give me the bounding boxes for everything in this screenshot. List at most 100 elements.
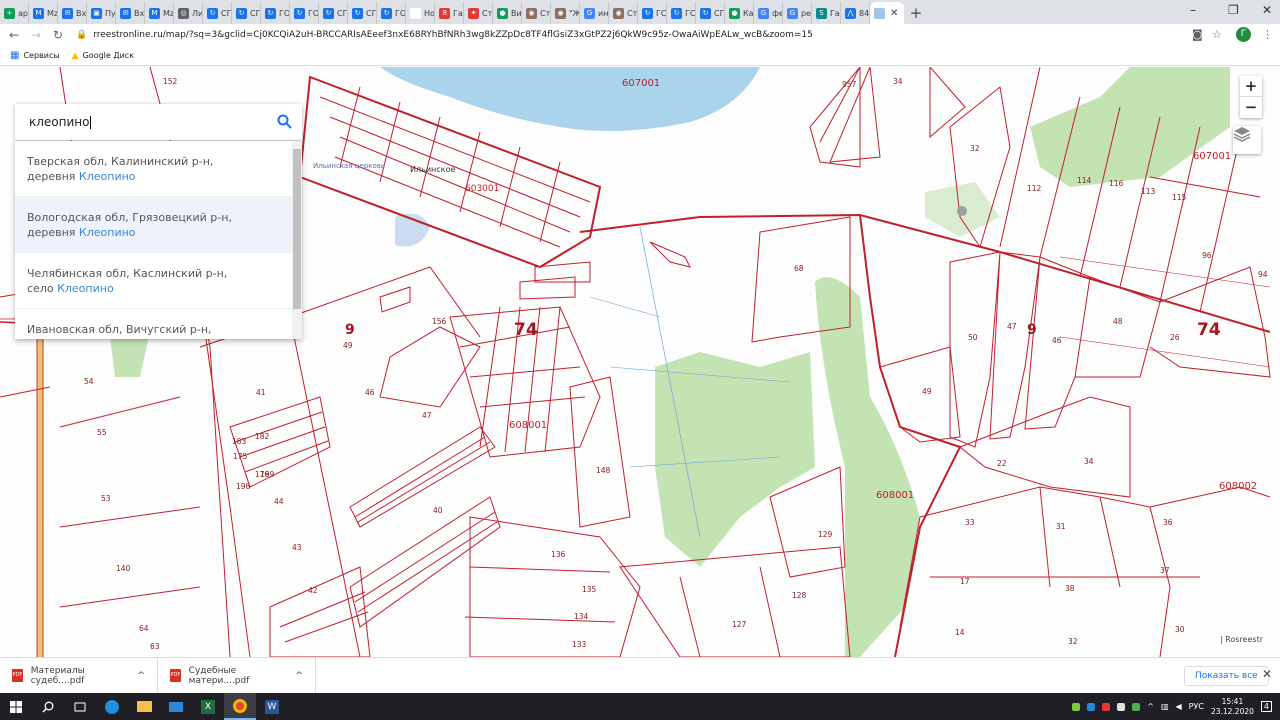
browser-tab[interactable]: ◉"Ж [551,2,580,24]
volume-icon[interactable]: ◀ [1176,702,1182,711]
parcel-number[interactable]: 47 [422,411,432,420]
parcel-number[interactable]: 37 [1160,566,1170,575]
parcel-number[interactable]: 175 [233,452,248,461]
browser-tab[interactable]: ✦ Ст [464,2,493,24]
parcel-number[interactable]: 64 [139,624,149,633]
browser-tab[interactable]: ↻ ГС [638,2,667,24]
browser-tab[interactable]: ↻ ГС [667,2,696,24]
parcel-number[interactable]: 46 [1052,336,1062,345]
show-all-downloads-button[interactable]: Показать все [1184,666,1269,686]
language-indicator[interactable]: РУС [1189,702,1204,711]
parcel-number[interactable]: 198 [236,482,251,491]
close-tab-icon[interactable]: ✕ [890,8,898,19]
parcel-number[interactable]: 47 [1007,322,1017,331]
browser-tab[interactable]: ↻ СГ [696,2,725,24]
browser-tab[interactable]: ⋀ 84 [841,2,870,24]
zoom-in-button[interactable]: + [1240,76,1262,97]
parcel-number[interactable]: 134 [574,612,589,621]
parcel-number[interactable]: 17 [960,577,970,586]
parcel-number[interactable]: 49 [343,341,353,350]
menu-icon[interactable]: ⋮ [1262,28,1273,41]
close-window-button[interactable]: ✕ [1262,3,1272,17]
parcel-number[interactable]: 96 [1202,251,1212,260]
chrome-icon[interactable] [224,693,256,720]
browser-tab[interactable]: Gфе [754,2,783,24]
parcel-number[interactable]: 113 [1141,187,1156,196]
landmark-marker[interactable] [957,206,967,216]
browser-tab[interactable]: ↻ СГ [348,2,377,24]
map-attribution[interactable]: | Rosreestr [1216,635,1266,644]
file-explorer-icon[interactable] [128,693,160,720]
suggestion-item[interactable]: Тверская обл, Калининский р-н, деревня К… [15,141,292,197]
chevron-up-icon[interactable]: ^ [1147,702,1154,711]
parcel-number[interactable]: 53 [101,494,111,503]
download-item[interactable]: PDF Судебные матери....pdf ^ [158,657,316,694]
tray-app-icon[interactable] [1087,702,1096,711]
excel-icon[interactable]: X [192,693,224,720]
windows-start-icon[interactable] [0,693,32,720]
parcel-number[interactable]: 199 [260,470,275,479]
browser-tab[interactable]: ↻ СГ [203,2,232,24]
parcel-number[interactable]: 127 [732,620,747,629]
avatar[interactable]: Г [1236,27,1251,42]
minimize-button[interactable]: – [1190,3,1196,17]
browser-tab[interactable]: ↻ СГ [232,2,261,24]
suggestion-item[interactable]: Ивановская обл, Вичугский р-н, [15,309,292,339]
parcel-number[interactable]: 114 [1077,176,1092,185]
task-view-icon[interactable] [64,693,96,720]
browser-tab[interactable]: Новая [406,2,435,24]
browser-tab[interactable]: ● Ви [493,2,522,24]
browser-tab[interactable]: Я Га [435,2,464,24]
parcel-number[interactable]: 129 [818,530,833,539]
mail-icon[interactable] [160,693,192,720]
parcel-number[interactable]: 128 [792,591,807,600]
parcel-number[interactable]: 14 [955,628,965,637]
browser-tab[interactable]: + ар [0,2,29,24]
search-input[interactable]: клеопино [15,104,302,140]
parcel-number[interactable]: 38 [1065,584,1075,593]
parcel-number[interactable]: 116 [1109,179,1124,188]
parcel-number[interactable]: 34 [1084,457,1094,466]
parcel-number[interactable]: 33 [965,518,975,527]
maximize-button[interactable]: ❐ [1228,3,1239,17]
parcel-number[interactable]: 32 [970,144,980,153]
forward-arrow-icon[interactable]: → [25,28,47,42]
parcel-number[interactable]: 140 [116,564,131,573]
browser-tab[interactable]: ✉ Вх [58,2,87,24]
parcel-number[interactable]: 49 [922,387,932,396]
parcel-number[interactable]: 46 [365,388,375,397]
browser-tab[interactable]: ▣ Пу [87,2,116,24]
suggestion-item[interactable]: Вологодская обл, Грязовецкий р-н, деревн… [15,197,292,253]
parcel-number[interactable]: 22 [997,459,1007,468]
browser-tab[interactable]: M Mz [145,2,174,24]
tray-app-icon[interactable] [1072,702,1081,711]
word-icon[interactable]: W [256,693,288,720]
parcel-number[interactable]: 133 [572,640,587,649]
address-bar[interactable]: 🔒 rreestronline.ru/map/?sq=3&gclid=Cj0KC… [76,27,1186,43]
zoom-out-button[interactable]: − [1240,97,1262,118]
parcel-number[interactable]: 957 [842,80,857,89]
back-arrow-icon[interactable]: ← [3,28,25,42]
star-icon[interactable]: ☆ [1212,28,1222,41]
layers-button[interactable] [1233,126,1261,154]
search-icon[interactable] [277,114,292,129]
clock[interactable]: 15:41 23.12.2020 [1211,697,1254,717]
browser-tab[interactable]: ● Ка [725,2,754,24]
parcel-number[interactable]: 32 [1068,637,1078,646]
parcel-number[interactable]: 182 [255,432,270,441]
download-item[interactable]: PDF Материалы судеб....pdf ^ [0,657,158,694]
parcel-number[interactable]: 48 [1113,317,1123,326]
parcel-number[interactable]: 136 [551,550,566,559]
parcel-number[interactable]: 148 [596,466,611,475]
browser-tab[interactable]: Gре [783,2,812,24]
browser-tab[interactable]: Gин [580,2,609,24]
bookmark-google-drive[interactable]: ▲ Google Диск [72,51,134,61]
bookmark-services[interactable]: ▦ Сервисы [10,50,60,61]
scrollbar-thumb[interactable] [293,149,301,309]
close-icon[interactable]: ✕ [1262,667,1272,681]
parcel-number[interactable]: 135 [582,585,597,594]
browser-tab[interactable]: ↻ ГО [377,2,406,24]
notification-icon[interactable]: 4 [1260,701,1272,712]
parcel-number[interactable]: 54 [84,377,94,386]
parcel-number[interactable]: 43 [292,543,302,552]
